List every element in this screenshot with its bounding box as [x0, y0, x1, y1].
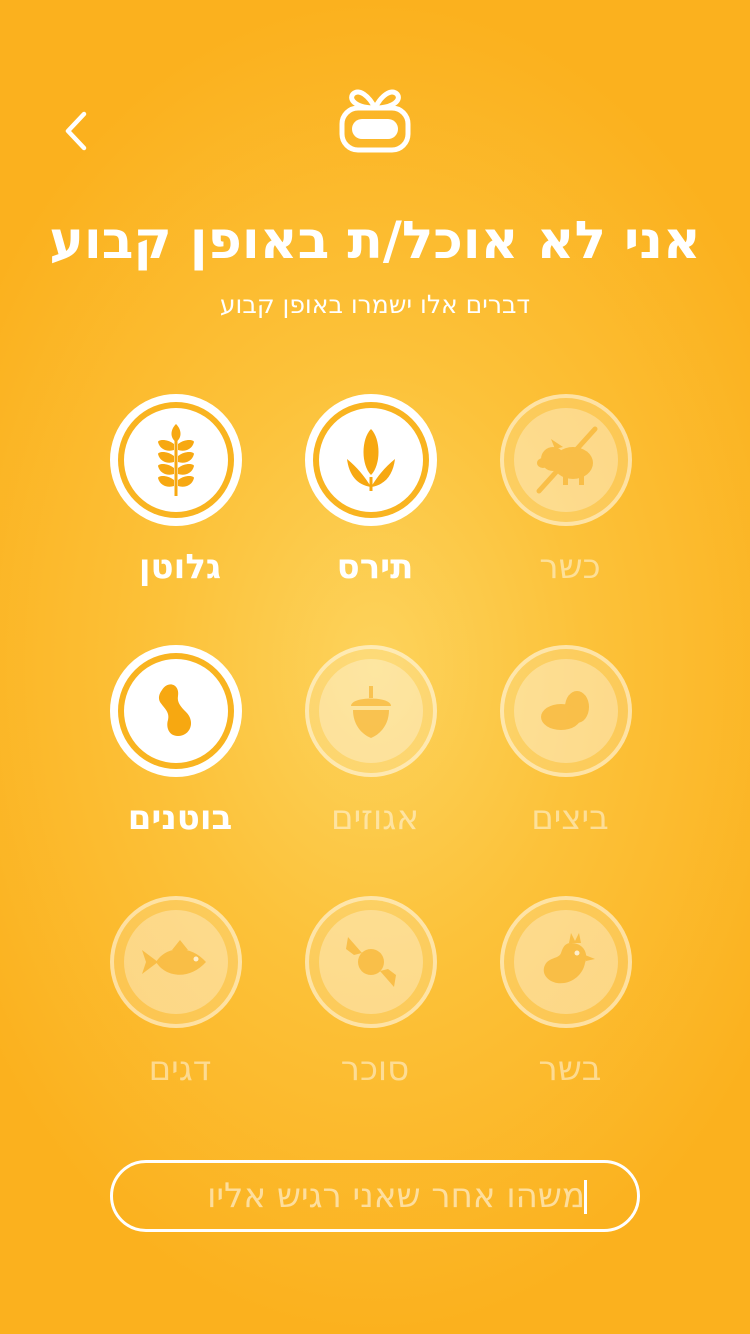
- option-corn[interactable]: תירס: [277, 394, 473, 604]
- option-gluten[interactable]: גלוטן: [82, 394, 278, 604]
- wheat-icon: [158, 424, 194, 496]
- option-fish[interactable]: דגים: [82, 896, 278, 1106]
- option-label: בוטנים: [127, 798, 233, 838]
- option-circle: [110, 896, 242, 1028]
- option-circle: [305, 896, 437, 1028]
- option-label: תירס: [336, 547, 414, 587]
- back-button[interactable]: [58, 108, 98, 154]
- option-eggs[interactable]: ביצים: [472, 645, 668, 855]
- option-circle: [305, 394, 437, 526]
- page-title: אני לא אוכל/ת באופן קבוע: [49, 211, 701, 271]
- option-circle: [110, 394, 242, 526]
- option-label: אגוזים: [331, 798, 419, 838]
- other-input-placeholder: משהו אחר שאני רגיש אליו: [207, 1176, 585, 1216]
- gift-box-logo-icon: [339, 89, 411, 153]
- option-label: דגים: [148, 1049, 212, 1089]
- chevron-left-icon: [65, 111, 87, 151]
- fish-icon: [142, 940, 206, 975]
- option-meat[interactable]: בשר: [472, 896, 668, 1106]
- peanut-icon: [158, 684, 192, 736]
- option-circle: [305, 645, 437, 777]
- chicken-icon: [543, 933, 595, 984]
- corn-icon: [347, 429, 395, 491]
- option-kosher[interactable]: כשר: [472, 394, 668, 604]
- option-label: כשר: [539, 547, 601, 587]
- candy-icon: [346, 937, 396, 987]
- option-label: סוכר: [340, 1049, 410, 1089]
- option-peanuts[interactable]: בוטנים: [82, 645, 278, 855]
- page-subtitle: דברים אלו ישמרו באופן קבוע: [219, 290, 531, 319]
- option-label: ביצים: [531, 798, 609, 838]
- option-circle: [500, 896, 632, 1028]
- acorn-icon: [351, 686, 391, 738]
- option-sugar[interactable]: סוכר: [277, 896, 473, 1106]
- eggs-icon: [541, 691, 589, 730]
- text-cursor: [584, 1180, 587, 1214]
- no-pig-icon: [536, 426, 598, 494]
- option-label: גלוטן: [138, 547, 222, 587]
- other-sensitivity-input[interactable]: משהו אחר שאני רגיש אליו: [110, 1160, 640, 1232]
- option-circle: [110, 645, 242, 777]
- option-circle: [500, 645, 632, 777]
- option-label: בשר: [538, 1049, 602, 1089]
- option-nuts[interactable]: אגוזים: [277, 645, 473, 855]
- option-circle: [500, 394, 632, 526]
- app-logo: [335, 82, 415, 158]
